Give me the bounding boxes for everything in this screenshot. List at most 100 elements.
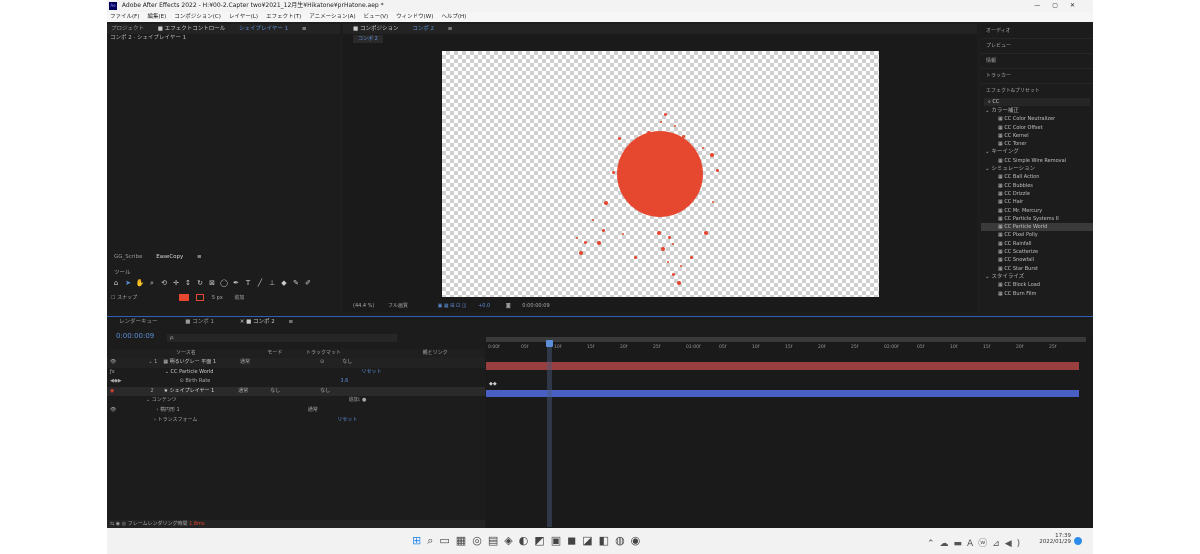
clock[interactable]: 17:39 2022/01/29 bbox=[1027, 533, 1071, 545]
preset-item[interactable]: ▦ CC Rainfall bbox=[981, 240, 1093, 248]
app-icon-2[interactable]: ▤ bbox=[488, 534, 504, 547]
minimize-icon[interactable]: — bbox=[1034, 2, 1052, 9]
tab-comp1[interactable]: ■ コンポ 1 bbox=[185, 319, 226, 325]
effects-search-input[interactable]: ⌕ CC bbox=[984, 98, 1090, 106]
preset-item[interactable]: ▦ CC Simple Wire Removal bbox=[981, 157, 1093, 165]
window-controls[interactable]: —▢✕ bbox=[1034, 0, 1087, 12]
app-icon-4[interactable]: ◐ bbox=[519, 534, 535, 547]
preset-item[interactable]: ▦ CC Kernel bbox=[981, 132, 1093, 140]
system-tray-icons[interactable]: ⌃☁▬Aⓦ⊿◀) bbox=[927, 536, 1025, 549]
selection-tool-icon[interactable]: ➤ bbox=[123, 279, 133, 288]
preset-item[interactable]: ▦ CC Particle World bbox=[981, 223, 1093, 232]
layer-row-2[interactable]: ◉ 2 ★ シェイプレイヤー 1 通常 なし なし bbox=[107, 386, 485, 397]
preset-item[interactable]: ▦ CC Ball Action bbox=[981, 173, 1093, 181]
preset-group[interactable]: ⌄ スタイライズ bbox=[981, 273, 1093, 281]
app-icon-5[interactable]: ◩ bbox=[534, 534, 550, 547]
menu-composition[interactable]: コンポジション(C) bbox=[174, 14, 221, 20]
layer-row-1[interactable]: 👁 ⌄ 1 ▦ 明るいグレー 平面 1 通常 ⊙ なし bbox=[107, 358, 485, 368]
ellipse-tool-icon[interactable]: ◯ bbox=[219, 279, 229, 288]
snap-checkbox[interactable]: ☐ スナップ bbox=[111, 295, 137, 301]
eraser-tool-icon[interactable]: ◆ bbox=[279, 279, 289, 288]
dolly-tool-icon[interactable]: ↕ bbox=[183, 279, 193, 288]
timeline-search[interactable]: ρ. bbox=[167, 334, 397, 342]
preset-item[interactable]: ▦ CC Color Neutralizer bbox=[981, 115, 1093, 123]
search-icon[interactable]: ⌕ bbox=[427, 534, 439, 547]
timeline-graph[interactable]: 0:00f 05f 10f 15f 20f 25f 01:00f 05f 10f 15f 20f 25… bbox=[486, 337, 1093, 527]
preset-item[interactable]: ▦ CC Pixel Polly bbox=[981, 231, 1093, 239]
playhead-handle[interactable] bbox=[546, 340, 553, 347]
puppet-tool-icon[interactable]: ✐ bbox=[303, 279, 313, 288]
notification-icon[interactable] bbox=[1074, 537, 1082, 545]
transform-row[interactable]: › トランスフォーム リセット bbox=[107, 416, 485, 426]
preset-group[interactable]: ⌄ キーイング bbox=[981, 148, 1093, 156]
preset-item[interactable]: ▦ CC Toner bbox=[981, 140, 1093, 148]
menu-view[interactable]: ビュー(V) bbox=[364, 14, 389, 20]
tab-render-queue[interactable]: レンダーキュー bbox=[119, 319, 158, 325]
menu-layer[interactable]: レイヤー(L) bbox=[229, 14, 258, 20]
tab-project[interactable]: プロジェクト bbox=[111, 26, 144, 32]
app-icon-1[interactable]: ◎ bbox=[472, 534, 488, 547]
preset-item[interactable]: ▦ CC Bubbles bbox=[981, 182, 1093, 190]
widgets-icon[interactable]: ▦ bbox=[456, 534, 472, 547]
pan-tool-icon[interactable]: ✛ bbox=[171, 279, 181, 288]
toggle-switches-icon[interactable]: ⇆ ◉ ◎ bbox=[110, 521, 126, 527]
exposure-value[interactable]: +0.0 bbox=[478, 303, 490, 309]
preset-group[interactable]: ⌄ シミュレーション bbox=[981, 165, 1093, 173]
preset-item[interactable]: ▦ CC Mr. Mercury bbox=[981, 207, 1093, 215]
after-effects-taskbar-icon[interactable]: ◼ bbox=[567, 534, 582, 547]
comp-viewer[interactable] bbox=[442, 51, 879, 297]
view-toggles[interactable]: ▣ ▦ ⊞ ⊡ ◫ bbox=[438, 303, 467, 309]
rotate-tool-icon[interactable]: ↻ bbox=[195, 279, 205, 288]
app-icon-8[interactable]: ◧ bbox=[599, 534, 615, 547]
app-icon-10[interactable]: ◉ bbox=[631, 534, 647, 547]
panel-tracker[interactable]: トラッカー bbox=[981, 69, 1093, 84]
orbit-tool-icon[interactable]: ⟲ bbox=[159, 279, 169, 288]
preset-item[interactable]: ▦ CC Particle Systems II bbox=[981, 215, 1093, 223]
preset-item[interactable]: ▦ CC Burn Film bbox=[981, 290, 1093, 298]
zoom-tool-icon[interactable]: ⌕ bbox=[147, 279, 157, 288]
app-icon-3[interactable]: ◈ bbox=[504, 534, 518, 547]
layer2-bar[interactable] bbox=[486, 390, 1079, 397]
preset-item[interactable]: ▦ CC Hair bbox=[981, 198, 1093, 206]
fill-swatch[interactable] bbox=[178, 293, 189, 301]
panel-info[interactable]: 情報 bbox=[981, 54, 1093, 69]
layer1-bar[interactable] bbox=[486, 362, 1079, 370]
anchor-tool-icon[interactable]: ⊠ bbox=[207, 279, 217, 288]
menu-effect[interactable]: エフェクト(T) bbox=[266, 14, 301, 20]
menu-file[interactable]: ファイル(F) bbox=[110, 14, 139, 20]
ellipse-row[interactable]: 👁 › 楕円形 1 通常 bbox=[107, 406, 485, 416]
preset-item[interactable]: ▦ CC Star Burst bbox=[981, 265, 1093, 273]
preset-item[interactable]: ▦ CC Color Offset bbox=[981, 124, 1093, 132]
menu-edit[interactable]: 編集(E) bbox=[147, 14, 166, 20]
menu-window[interactable]: ウィンドウ(W) bbox=[396, 14, 433, 20]
effects-presets-title[interactable]: エフェクト&プリセット bbox=[981, 84, 1093, 98]
preset-item[interactable]: ▦ CC Block Load bbox=[981, 281, 1093, 289]
hand-tool-icon[interactable]: ✋ bbox=[135, 279, 145, 288]
preset-item[interactable]: ▦ CC Snowfall bbox=[981, 256, 1093, 264]
brush-tool-icon[interactable]: ╱ bbox=[255, 279, 265, 288]
snapshot-icon[interactable]: ◙ bbox=[506, 303, 511, 309]
preset-item[interactable]: ▦ CC Drizzle bbox=[981, 190, 1093, 198]
effect-row-particle-world[interactable]: ƒx ⌄ CC Particle World リセット bbox=[107, 368, 485, 378]
quality-select[interactable]: フル画質 bbox=[388, 303, 408, 309]
taskbar-apps[interactable]: ⊞⌕▭▦◎▤◈◐◩▣◼◪◧◍◉ bbox=[412, 534, 646, 548]
zoom-select[interactable]: (44.4 %) bbox=[353, 303, 374, 309]
home-icon[interactable]: ⌂ bbox=[111, 279, 121, 288]
tab-comp2[interactable]: ✕ ■ コンポ 2 ≡ bbox=[240, 319, 293, 325]
add-button[interactable]: 追加 bbox=[234, 295, 244, 301]
tab-gg-scribe[interactable]: GG_Scribe bbox=[114, 254, 142, 260]
panel-audio[interactable]: オーディオ bbox=[981, 24, 1093, 39]
close-icon[interactable]: ✕ bbox=[1070, 2, 1087, 9]
tab-effect-controls[interactable]: ■ エフェクトコントロール シェイプレイヤー 1 ≡ bbox=[158, 26, 307, 32]
text-tool-icon[interactable]: T bbox=[243, 279, 253, 288]
timeline-timecode[interactable]: 0:00:00:09 bbox=[116, 332, 154, 340]
contents-row[interactable]: ⌄ コンテンツ 追加: ● bbox=[107, 396, 485, 406]
tab-easecopy[interactable]: EaseCopy ≡ bbox=[156, 254, 201, 260]
menu-help[interactable]: ヘルプ(H) bbox=[441, 14, 466, 20]
task-view-icon[interactable]: ▭ bbox=[439, 534, 455, 547]
panel-preview[interactable]: プレビュー bbox=[981, 39, 1093, 54]
preset-item[interactable]: ▦ CC Scatterize bbox=[981, 248, 1093, 256]
preset-group[interactable]: ⌄ カラー補正 bbox=[981, 107, 1093, 115]
tab-composition[interactable]: ■ コンポジション コンポ 2 ≡ bbox=[353, 26, 452, 32]
time-ruler[interactable]: 0:00f 05f 10f 15f 20f 25f 01:00f 05f 10f 15f 20f 25… bbox=[486, 342, 1086, 351]
